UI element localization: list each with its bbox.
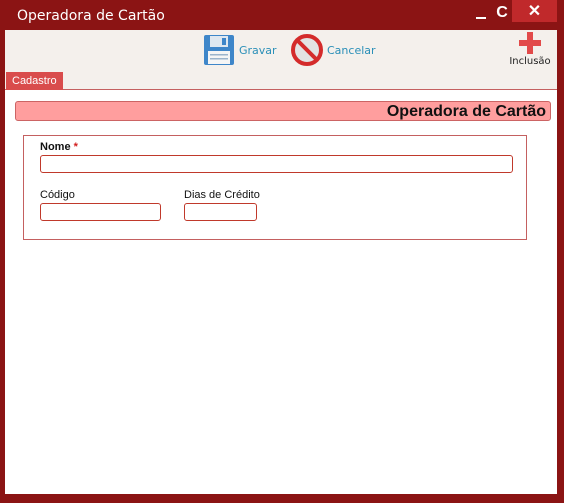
codigo-field[interactable] [40, 203, 161, 221]
add-label: Inclusão [509, 56, 551, 67]
add-button[interactable]: Inclusão [505, 32, 555, 72]
save-button[interactable]: Gravar [203, 34, 277, 66]
no-entry-icon [291, 34, 323, 66]
nome-label: Nome * [40, 141, 78, 153]
window-title: Operadora de Cartão [17, 8, 165, 24]
refresh-button[interactable]: C [492, 2, 512, 24]
cancel-button[interactable]: Cancelar [291, 34, 376, 66]
dias-credito-label: Dias de Crédito [184, 189, 260, 201]
nome-label-text: Nome [40, 141, 71, 153]
form-panel: Nome * Código Dias de Crédito [23, 135, 527, 240]
save-label: Gravar [239, 43, 277, 57]
floppy-disk-icon [204, 35, 234, 65]
tab-strip: Cadastro [5, 72, 557, 90]
tab-cadastro[interactable]: Cadastro [6, 72, 63, 90]
dias-credito-field[interactable] [184, 203, 257, 221]
minimize-button[interactable] [470, 2, 492, 24]
codigo-label: Código [40, 189, 75, 201]
refresh-icon: C [496, 4, 508, 21]
close-icon: ✕ [527, 3, 542, 20]
toolbar: Gravar Cancelar Inclusão [5, 30, 557, 72]
minimize-icon [476, 17, 486, 19]
form-header: Operadora de Cartão [15, 101, 551, 121]
app-window: Operadora de Cartão C ✕ Gravar Cancelar … [0, 0, 564, 503]
title-bar: Operadora de Cartão C ✕ [0, 0, 564, 30]
form-header-title: Operadora de Cartão [386, 103, 546, 120]
nome-field[interactable] [40, 155, 513, 173]
required-mark: * [73, 141, 78, 153]
close-button[interactable]: ✕ [512, 0, 557, 22]
window-content: Gravar Cancelar Inclusão Cadastro Operad… [5, 30, 557, 494]
plus-icon [519, 32, 541, 54]
cancel-label: Cancelar [327, 43, 376, 57]
